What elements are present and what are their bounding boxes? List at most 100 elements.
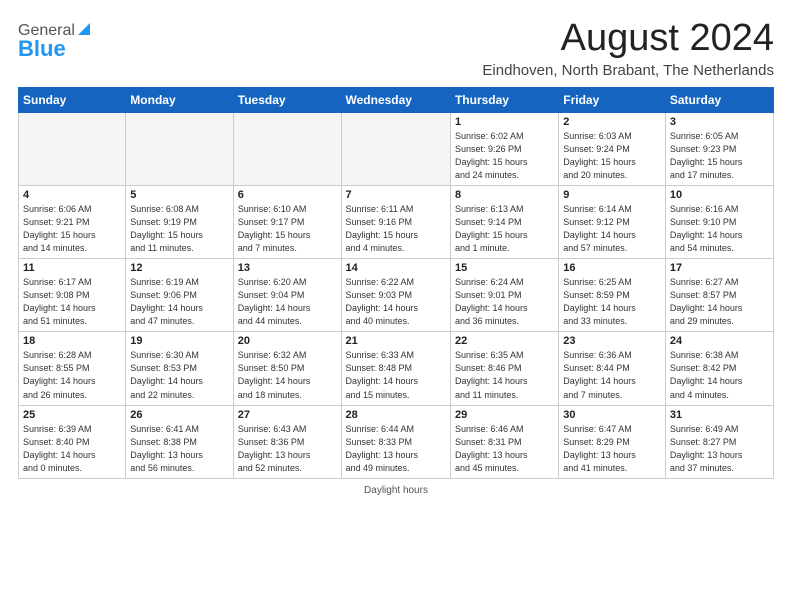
calendar-cell: 22 Sunrise: 6:35 AM Sunset: 8:46 PM Dayli… xyxy=(450,332,558,405)
day-number: 19 xyxy=(130,335,228,347)
day-info: Sunrise: 6:16 AM Sunset: 9:10 PM Dayligh… xyxy=(670,203,769,255)
day-number: 16 xyxy=(563,262,661,274)
weekday-header-wednesday: Wednesday xyxy=(341,87,450,112)
day-number: 24 xyxy=(670,335,769,347)
weekday-header-tuesday: Tuesday xyxy=(233,87,341,112)
calendar-cell: 5 Sunrise: 6:08 AM Sunset: 9:19 PM Daylig… xyxy=(126,185,233,258)
day-info: Sunrise: 6:06 AM Sunset: 9:21 PM Dayligh… xyxy=(23,203,121,255)
calendar-cell: 31 Sunrise: 6:49 AM Sunset: 8:27 PM Dayli… xyxy=(665,405,773,478)
day-number: 13 xyxy=(238,262,337,274)
day-number: 11 xyxy=(23,262,121,274)
calendar-cell: 28Sunrise: 6:44 AM Sunset: 8:33 PM Dayli… xyxy=(341,405,450,478)
day-info: Sunrise: 6:49 AM Sunset: 8:27 PM Dayligh… xyxy=(670,423,769,475)
logo-blue-text: Blue xyxy=(18,36,66,62)
calendar-cell xyxy=(126,112,233,185)
location-title: Eindhoven, North Brabant, The Netherland… xyxy=(482,62,774,79)
footer-note: Daylight hours xyxy=(18,485,774,496)
calendar-week-row: 1 Sunrise: 6:02 AM Sunset: 9:26 PM Daylig… xyxy=(19,112,774,185)
day-number: 7 xyxy=(346,189,446,201)
calendar-cell xyxy=(19,112,126,185)
day-info: Sunrise: 6:08 AM Sunset: 9:19 PM Dayligh… xyxy=(130,203,228,255)
month-title: August 2024 xyxy=(482,18,774,60)
calendar-cell: 4Sunrise: 6:06 AM Sunset: 9:21 PM Daylig… xyxy=(19,185,126,258)
day-info: Sunrise: 6:47 AM Sunset: 8:29 PM Dayligh… xyxy=(563,423,661,475)
logo-triangle-icon xyxy=(76,21,92,37)
calendar-cell: 23 Sunrise: 6:36 AM Sunset: 8:44 PM Dayli… xyxy=(559,332,666,405)
day-number: 9 xyxy=(563,189,661,201)
day-number: 5 xyxy=(130,189,228,201)
calendar-cell: 25 Sunrise: 6:39 AM Sunset: 8:40 PM Dayli… xyxy=(19,405,126,478)
day-number: 29 xyxy=(455,409,554,421)
calendar-cell: 1 Sunrise: 6:02 AM Sunset: 9:26 PM Daylig… xyxy=(450,112,558,185)
day-number: 20 xyxy=(238,335,337,347)
logo: General Blue xyxy=(18,22,92,62)
day-number: 25 xyxy=(23,409,121,421)
calendar-cell: 29 Sunrise: 6:46 AM Sunset: 8:31 PM Dayli… xyxy=(450,405,558,478)
weekday-header-row: SundayMondayTuesdayWednesdayThursdayFrid… xyxy=(19,87,774,112)
calendar-page: General Blue August 2024 Eindhoven, Nort… xyxy=(0,0,792,506)
day-info: Sunrise: 6:43 AM Sunset: 8:36 PM Dayligh… xyxy=(238,423,337,475)
calendar-cell: 8Sunrise: 6:13 AM Sunset: 9:14 PM Daylig… xyxy=(450,185,558,258)
weekday-header-monday: Monday xyxy=(126,87,233,112)
day-number: 22 xyxy=(455,335,554,347)
day-info: Sunrise: 6:02 AM Sunset: 9:26 PM Dayligh… xyxy=(455,130,554,182)
calendar-cell: 13 Sunrise: 6:20 AM Sunset: 9:04 PM Dayli… xyxy=(233,259,341,332)
calendar-week-row: 11 Sunrise: 6:17 AM Sunset: 9:08 PM Dayli… xyxy=(19,259,774,332)
calendar-cell: 15 Sunrise: 6:24 AM Sunset: 9:01 PM Dayli… xyxy=(450,259,558,332)
day-info: Sunrise: 6:32 AM Sunset: 8:50 PM Dayligh… xyxy=(238,349,337,401)
weekday-header-saturday: Saturday xyxy=(665,87,773,112)
calendar-cell: 14Sunrise: 6:22 AM Sunset: 9:03 PM Dayli… xyxy=(341,259,450,332)
day-number: 1 xyxy=(455,116,554,128)
calendar-cell: 3Sunrise: 6:05 AM Sunset: 9:23 PM Daylig… xyxy=(665,112,773,185)
calendar-cell: 24Sunrise: 6:38 AM Sunset: 8:42 PM Dayli… xyxy=(665,332,773,405)
day-info: Sunrise: 6:17 AM Sunset: 9:08 PM Dayligh… xyxy=(23,276,121,328)
day-info: Sunrise: 6:10 AM Sunset: 9:17 PM Dayligh… xyxy=(238,203,337,255)
day-info: Sunrise: 6:30 AM Sunset: 8:53 PM Dayligh… xyxy=(130,349,228,401)
day-number: 18 xyxy=(23,335,121,347)
day-info: Sunrise: 6:03 AM Sunset: 9:24 PM Dayligh… xyxy=(563,130,661,182)
day-info: Sunrise: 6:20 AM Sunset: 9:04 PM Dayligh… xyxy=(238,276,337,328)
day-info: Sunrise: 6:33 AM Sunset: 8:48 PM Dayligh… xyxy=(346,349,446,401)
weekday-header-thursday: Thursday xyxy=(450,87,558,112)
calendar-cell: 2 Sunrise: 6:03 AM Sunset: 9:24 PM Daylig… xyxy=(559,112,666,185)
day-number: 17 xyxy=(670,262,769,274)
day-info: Sunrise: 6:14 AM Sunset: 9:12 PM Dayligh… xyxy=(563,203,661,255)
calendar-cell: 6 Sunrise: 6:10 AM Sunset: 9:17 PM Daylig… xyxy=(233,185,341,258)
calendar-cell: 27 Sunrise: 6:43 AM Sunset: 8:36 PM Dayli… xyxy=(233,405,341,478)
day-number: 27 xyxy=(238,409,337,421)
day-number: 2 xyxy=(563,116,661,128)
calendar-week-row: 18 Sunrise: 6:28 AM Sunset: 8:55 PM Dayli… xyxy=(19,332,774,405)
calendar-cell: 18 Sunrise: 6:28 AM Sunset: 8:55 PM Dayli… xyxy=(19,332,126,405)
day-info: Sunrise: 6:28 AM Sunset: 8:55 PM Dayligh… xyxy=(23,349,121,401)
day-number: 21 xyxy=(346,335,446,347)
day-info: Sunrise: 6:35 AM Sunset: 8:46 PM Dayligh… xyxy=(455,349,554,401)
day-info: Sunrise: 6:39 AM Sunset: 8:40 PM Dayligh… xyxy=(23,423,121,475)
day-info: Sunrise: 6:11 AM Sunset: 9:16 PM Dayligh… xyxy=(346,203,446,255)
day-info: Sunrise: 6:25 AM Sunset: 8:59 PM Dayligh… xyxy=(563,276,661,328)
calendar-table: SundayMondayTuesdayWednesdayThursdayFrid… xyxy=(18,87,774,479)
day-info: Sunrise: 6:44 AM Sunset: 8:33 PM Dayligh… xyxy=(346,423,446,475)
day-info: Sunrise: 6:27 AM Sunset: 8:57 PM Dayligh… xyxy=(670,276,769,328)
day-info: Sunrise: 6:36 AM Sunset: 8:44 PM Dayligh… xyxy=(563,349,661,401)
title-block: August 2024 Eindhoven, North Brabant, Th… xyxy=(482,18,774,79)
day-number: 23 xyxy=(563,335,661,347)
calendar-cell: 30Sunrise: 6:47 AM Sunset: 8:29 PM Dayli… xyxy=(559,405,666,478)
calendar-cell: 20 Sunrise: 6:32 AM Sunset: 8:50 PM Dayli… xyxy=(233,332,341,405)
calendar-cell: 12Sunrise: 6:19 AM Sunset: 9:06 PM Dayli… xyxy=(126,259,233,332)
day-info: Sunrise: 6:05 AM Sunset: 9:23 PM Dayligh… xyxy=(670,130,769,182)
calendar-cell: 11 Sunrise: 6:17 AM Sunset: 9:08 PM Dayli… xyxy=(19,259,126,332)
calendar-cell: 10Sunrise: 6:16 AM Sunset: 9:10 PM Dayli… xyxy=(665,185,773,258)
day-info: Sunrise: 6:41 AM Sunset: 8:38 PM Dayligh… xyxy=(130,423,228,475)
calendar-cell: 17 Sunrise: 6:27 AM Sunset: 8:57 PM Dayli… xyxy=(665,259,773,332)
day-number: 6 xyxy=(238,189,337,201)
day-info: Sunrise: 6:24 AM Sunset: 9:01 PM Dayligh… xyxy=(455,276,554,328)
header: General Blue August 2024 Eindhoven, Nort… xyxy=(18,18,774,79)
day-number: 31 xyxy=(670,409,769,421)
calendar-cell xyxy=(341,112,450,185)
day-info: Sunrise: 6:46 AM Sunset: 8:31 PM Dayligh… xyxy=(455,423,554,475)
day-number: 15 xyxy=(455,262,554,274)
day-info: Sunrise: 6:13 AM Sunset: 9:14 PM Dayligh… xyxy=(455,203,554,255)
day-info: Sunrise: 6:19 AM Sunset: 9:06 PM Dayligh… xyxy=(130,276,228,328)
calendar-cell: 19 Sunrise: 6:30 AM Sunset: 8:53 PM Dayli… xyxy=(126,332,233,405)
calendar-cell: 21 Sunrise: 6:33 AM Sunset: 8:48 PM Dayli… xyxy=(341,332,450,405)
